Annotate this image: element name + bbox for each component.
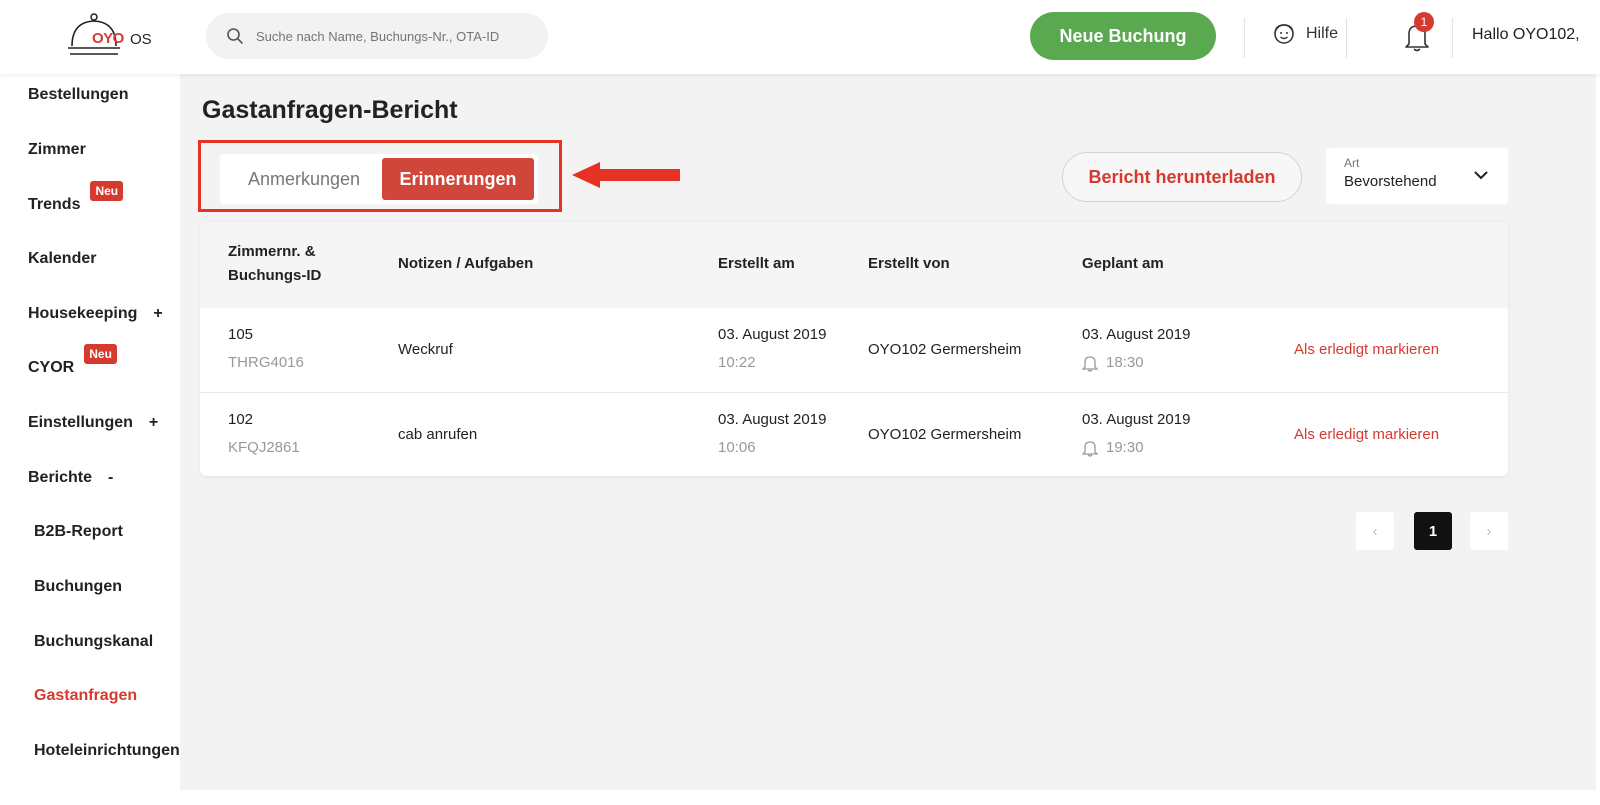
prev-page-button[interactable]: ‹ — [1356, 512, 1394, 550]
tab-switcher: Anmerkungen Erinnerungen — [220, 154, 538, 204]
sidebar-item-b2b-report[interactable]: B2B-Report — [34, 523, 123, 541]
column-header: Geplant am — [1082, 255, 1164, 272]
user-greeting[interactable]: Hallo OYO102, — [1472, 26, 1580, 44]
header-divider — [1346, 18, 1347, 58]
note-text: Weckruf — [398, 341, 453, 358]
created-date: 03. August 2019 — [718, 326, 827, 343]
sidebar-item-label: Bestellungen — [28, 86, 129, 103]
sidebar-item-label: B2B-Report — [34, 523, 123, 540]
column-header: Zimmernr. & Buchungs-ID — [228, 240, 321, 288]
table-row: 102 KFQJ2861 cab anrufen 03. August 2019… — [200, 392, 1508, 476]
planned-time-text: 19:30 — [1106, 439, 1144, 456]
sidebar-item-kalender[interactable]: Kalender — [28, 250, 96, 268]
planned-date: 03. August 2019 — [1082, 326, 1191, 343]
tab-erinnerungen[interactable]: Erinnerungen — [382, 158, 534, 200]
booking-id[interactable]: THRG4016 — [228, 354, 304, 371]
sidebar-item-label: Buchungen — [34, 578, 122, 595]
sidebar-item-trends[interactable]: Trends Neu — [28, 181, 124, 213]
sidebar-item-housekeeping[interactable]: Housekeeping + — [28, 305, 163, 323]
table-header: Zimmernr. & Buchungs-ID Notizen / Aufgab… — [200, 222, 1508, 308]
sidebar-item-gastanfragen[interactable]: Gastanfragen — [34, 687, 137, 705]
sidebar-item-einstellungen[interactable]: Einstellungen + — [28, 414, 158, 432]
room-number: 105 — [228, 326, 254, 343]
bell-icon — [1082, 356, 1098, 372]
sidebar-item-label: Kalender — [28, 250, 97, 267]
header-divider — [1452, 18, 1453, 58]
column-header: Erstellt von — [868, 255, 950, 272]
sidebar-item-buchungen[interactable]: Buchungen — [34, 578, 122, 596]
planned-time: 18:30 — [1082, 354, 1144, 372]
help-link[interactable]: Hilfe — [1272, 22, 1338, 46]
reminders-table: Zimmernr. & Buchungs-ID Notizen / Aufgab… — [200, 222, 1508, 476]
expand-toggle[interactable]: + — [153, 305, 162, 323]
note-text: cab anrufen — [398, 426, 478, 443]
created-date: 03. August 2019 — [718, 411, 827, 428]
new-booking-button[interactable]: Neue Buchung — [1030, 12, 1216, 60]
sidebar-item-zimmer[interactable]: Zimmer — [28, 141, 86, 159]
sidebar-item-label: Einstellungen — [28, 414, 133, 431]
expand-toggle[interactable]: + — [149, 414, 158, 432]
logo-wordmark: OYO — [92, 30, 124, 47]
sidebar: Bestellungen Zimmer Trends Neu Kalender H… — [8, 74, 180, 805]
sidebar-item-buchungskanal[interactable]: Buchungskanal — [34, 633, 153, 651]
created-time: 10:06 — [718, 439, 756, 456]
created-by: OYO102 Germersheim — [868, 426, 1022, 443]
tab-anmerkungen[interactable]: Anmerkungen — [224, 158, 384, 200]
new-badge: Neu — [84, 344, 117, 364]
sidebar-item-label: CYOR — [28, 359, 75, 376]
column-header: Erstellt am — [718, 255, 795, 272]
created-by: OYO102 Germersheim — [868, 341, 1022, 358]
sidebar-item-cyor[interactable]: CYOR Neu — [28, 344, 117, 376]
search-icon — [227, 28, 243, 44]
column-header: Notizen / Aufgaben — [398, 255, 534, 272]
help-label: Hilfe — [1306, 25, 1339, 42]
top-header: OYO OS Neue Buchung Hilfe 1 Hallo OYO102… — [0, 0, 1600, 74]
bell-icon — [1082, 441, 1098, 457]
sidebar-item-bestellungen[interactable]: Bestellungen — [28, 86, 128, 104]
header-divider — [1244, 18, 1245, 58]
download-report-button[interactable]: Bericht herunterladen — [1062, 152, 1302, 202]
new-badge: Neu — [90, 181, 124, 201]
created-time: 10:22 — [718, 354, 756, 371]
logo-suffix: OS — [130, 31, 152, 48]
type-select[interactable]: Art Bevorstehend — [1326, 148, 1508, 204]
main-content: Gastanfragen-Bericht Anmerkungen Erinner… — [180, 74, 1596, 790]
sidebar-item-berichte[interactable]: Berichte - — [28, 469, 113, 487]
notification-badge: 1 — [1414, 12, 1434, 32]
arrow-left-icon — [572, 162, 680, 188]
page-button-current[interactable]: 1 — [1414, 512, 1452, 550]
search-input[interactable] — [256, 28, 536, 44]
planned-time: 19:30 — [1082, 439, 1144, 457]
header-line: Zimmernr. & — [228, 243, 316, 260]
sidebar-item-label: Berichte — [28, 469, 93, 486]
sidebar-item-label: Trends — [28, 196, 81, 213]
support-face-icon — [1274, 24, 1294, 44]
planned-time-text: 18:30 — [1106, 354, 1144, 371]
planned-date: 03. August 2019 — [1082, 411, 1191, 428]
select-label: Art — [1344, 156, 1360, 170]
header-line: Buchungs-ID — [228, 267, 322, 284]
booking-id[interactable]: KFQJ2861 — [228, 439, 300, 456]
sidebar-item-hoteleinrichtungen[interactable]: Hoteleinrichtungen — [34, 742, 180, 760]
sidebar-item-label: Gastanfragen — [34, 687, 138, 704]
sidebar-item-label: Hoteleinrichtungen — [34, 742, 180, 759]
select-value: Bevorstehend — [1344, 173, 1437, 190]
sidebar-item-label: Buchungskanal — [34, 633, 154, 650]
chevron-down-icon — [1474, 171, 1488, 180]
mark-done-link[interactable]: Als erledigt markieren — [1294, 426, 1439, 443]
next-page-button[interactable]: › — [1470, 512, 1508, 550]
room-number: 102 — [228, 411, 254, 428]
page-title: Gastanfragen-Bericht — [202, 96, 458, 124]
search-bar[interactable] — [206, 13, 548, 59]
sidebar-item-label: Zimmer — [28, 141, 86, 158]
mark-done-link[interactable]: Als erledigt markieren — [1294, 341, 1439, 358]
table-row: 105 THRG4016 Weckruf 03. August 2019 10:… — [200, 308, 1508, 392]
sidebar-item-label: Housekeeping — [28, 305, 138, 322]
collapse-toggle[interactable]: - — [108, 469, 113, 487]
